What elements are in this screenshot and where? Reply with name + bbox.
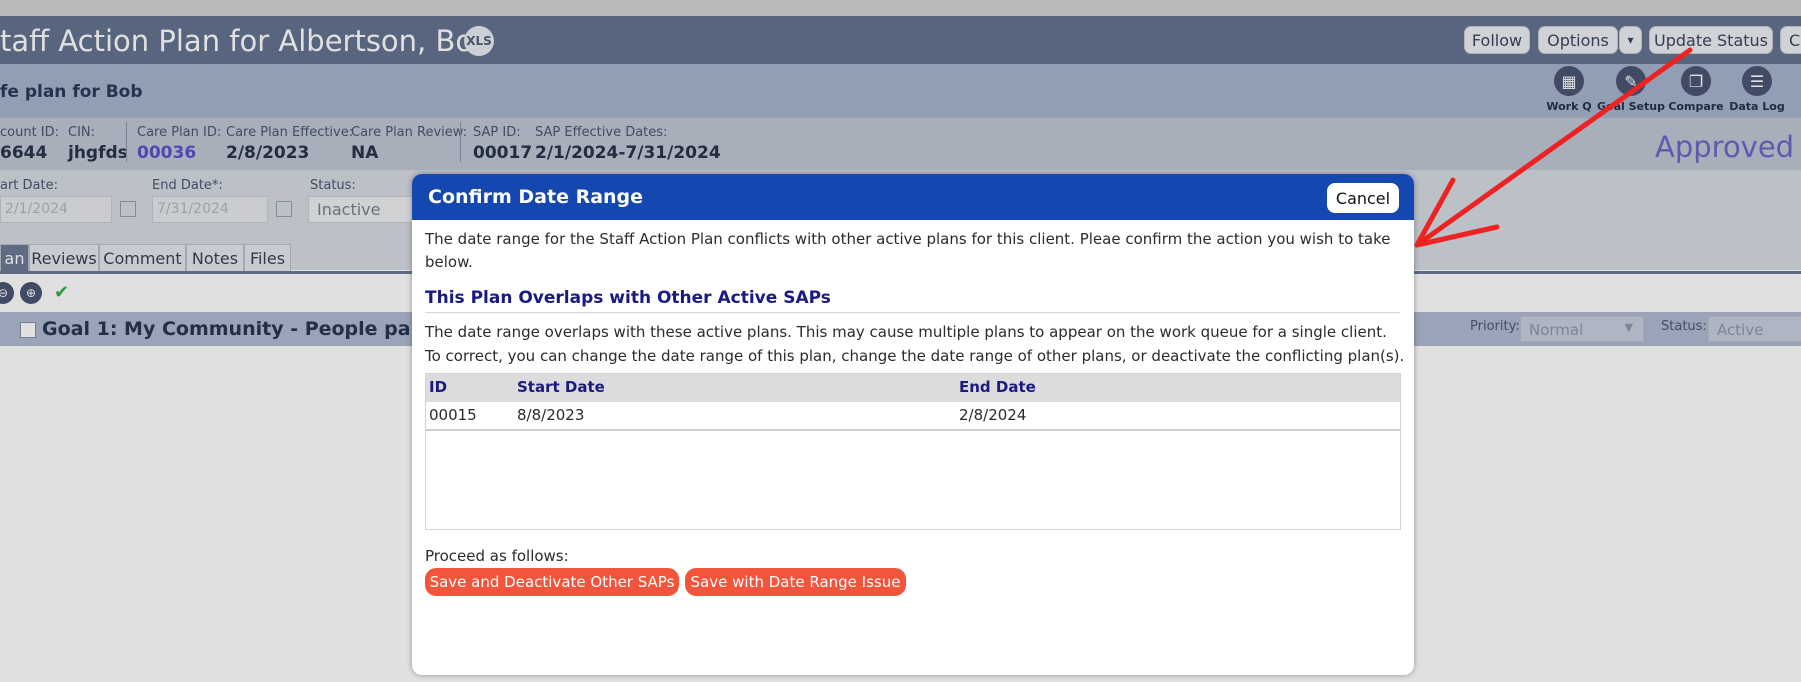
section-divider [425,312,1400,313]
cell-end-date: 2/8/2024 [959,406,1027,424]
overlap-section-title: This Plan Overlaps with Other Active SAP… [425,288,831,308]
dialog-intro-line-1: The date range for the Staff Action Plan… [425,230,1391,248]
row-divider [426,429,1400,431]
save-and-deactivate-button[interactable]: Save and Deactivate Other SAPs [425,568,679,596]
confirm-date-range-dialog: Confirm Date Range Cancel The date range… [412,174,1414,675]
conflicting-plans-table: ID Start Date End Date 00015 8/8/2023 2/… [425,373,1401,530]
cell-id: 00015 [429,406,477,424]
dialog-header: Confirm Date Range Cancel [412,174,1414,220]
column-header-start-date: Start Date [517,378,605,396]
overlap-description-line-2: To correct, you can change the date rang… [425,347,1405,365]
cancel-button[interactable]: Cancel [1327,183,1399,213]
cell-start-date: 8/8/2023 [517,406,585,424]
overlap-description-line-1: The date range overlaps with these activ… [425,323,1387,341]
dialog-title: Confirm Date Range [428,186,644,208]
table-header-row: ID Start Date End Date [426,374,1400,402]
dialog-intro-line-2: below. [425,253,473,271]
proceed-label: Proceed as follows: [425,547,569,565]
column-header-id: ID [429,378,448,396]
column-header-end-date: End Date [959,378,1036,396]
save-with-issue-button[interactable]: Save with Date Range Issue [685,568,906,596]
